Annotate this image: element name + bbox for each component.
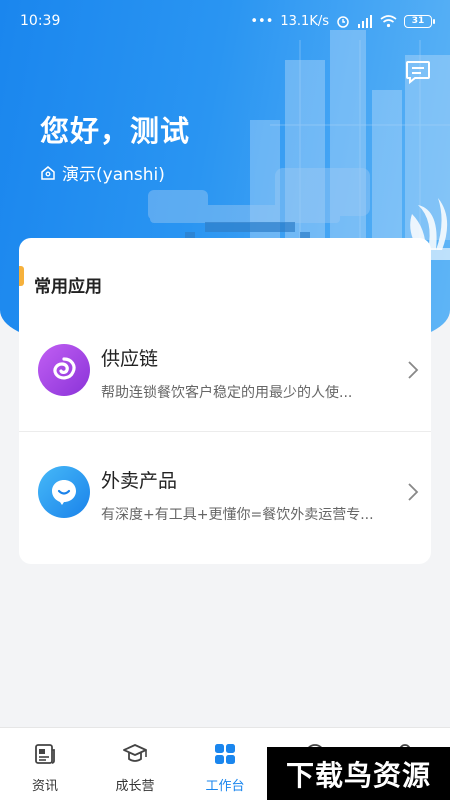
app-item-supply-chain[interactable]: 供应链 帮助连锁餐饮客户稳定的用最少的人使... xyxy=(19,310,431,432)
tab-label: 工作台 xyxy=(205,779,245,794)
tab-workbench[interactable]: 工作台 xyxy=(180,728,270,800)
grid-icon xyxy=(215,744,235,764)
org-selector[interactable]: 演示(yanshi) xyxy=(40,160,165,185)
app-description: 帮助连锁餐饮客户稳定的用最少的人使... xyxy=(101,385,353,401)
app-name: 供应链 xyxy=(101,348,159,370)
wifi-icon xyxy=(380,14,397,27)
section-marker xyxy=(19,266,24,286)
greeting-title: 您好，测试 xyxy=(40,114,191,148)
battery-indicator: 31 xyxy=(404,14,435,28)
clock: 10:39 xyxy=(20,13,61,29)
takeaway-icon xyxy=(38,466,90,518)
tab-news[interactable]: 资讯 xyxy=(0,728,90,800)
app-name: 外卖产品 xyxy=(101,470,178,492)
news-icon xyxy=(35,744,55,764)
tab-label: 资讯 xyxy=(31,779,58,794)
chevron-right-icon xyxy=(408,483,419,501)
network-speed: 13.1K/s xyxy=(280,13,329,29)
chevron-right-icon xyxy=(408,361,419,379)
supply-chain-icon xyxy=(38,344,90,396)
tab-growth-camp[interactable]: 成长营 xyxy=(90,728,180,800)
more-dots-icon: ••• xyxy=(250,13,274,29)
alarm-icon xyxy=(337,16,349,28)
org-name: 演示(yanshi) xyxy=(62,165,165,185)
app-item-takeaway[interactable]: 外卖产品 有深度+有工具+更懂你=餐饮外卖运营专... xyxy=(19,432,431,554)
watermark: 下载鸟资源 xyxy=(267,747,450,800)
message-icon[interactable] xyxy=(404,58,432,86)
app-description: 有深度+有工具+更懂你=餐饮外卖运营专... xyxy=(101,507,374,523)
home-icon xyxy=(41,165,55,180)
status-bar: 10:39 ••• 13.1K/s 31 xyxy=(0,0,450,42)
section-title: 常用应用 xyxy=(34,277,102,297)
graduation-cap-icon xyxy=(123,744,147,762)
status-indicators: ••• 13.1K/s 31 xyxy=(250,13,435,29)
tab-label: 成长营 xyxy=(115,779,155,794)
common-apps-card: 常用应用 供应链 帮助连锁餐饮客户稳定的用最少的人使... 外卖产品 有深度+有… xyxy=(19,238,431,564)
signal-icon xyxy=(358,14,372,28)
